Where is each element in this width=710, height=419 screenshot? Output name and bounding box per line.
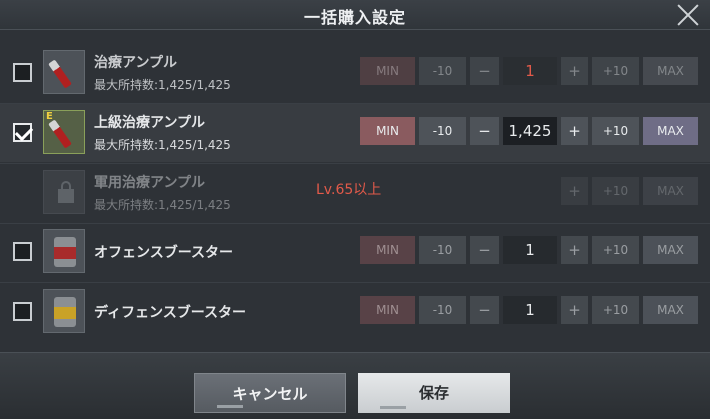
footer-bar: キャンセル 保存 xyxy=(0,352,710,419)
close-icon[interactable] xyxy=(674,1,702,29)
min-button[interactable]: MIN xyxy=(360,117,415,145)
plus-10-button[interactable]: +10 xyxy=(592,117,639,145)
plus-button[interactable]: + xyxy=(561,236,588,264)
plus-10-button[interactable]: +10 xyxy=(592,57,639,85)
item-checkbox[interactable] xyxy=(13,242,32,261)
item-name: オフェンスブースター xyxy=(94,245,234,261)
min-button[interactable]: MIN xyxy=(360,57,415,85)
min-button[interactable]: MIN xyxy=(360,236,415,264)
quantity-field[interactable]: 1 xyxy=(503,236,557,264)
cancel-button[interactable]: キャンセル xyxy=(194,373,346,413)
quantity-field[interactable]: 1 xyxy=(503,296,557,324)
item-name: 軍用治療アンプル xyxy=(94,175,206,191)
minus-button[interactable]: − xyxy=(470,117,499,145)
plus-10-button[interactable]: +10 xyxy=(592,236,639,264)
quantity-controls: MIN -10 − 1 + +10 MAX xyxy=(360,57,700,85)
item-name: 上級治療アンプル xyxy=(94,115,206,131)
list-item: ディフェンスブースター MIN -10 − 1 + +10 MAX xyxy=(0,283,710,341)
list-item: E 上級治療アンプル 最大所持数:1,425/1,425 MIN -10 − 1… xyxy=(0,104,710,164)
item-max-count: 最大所持数:1,425/1,425 xyxy=(94,198,231,212)
min-button[interactable]: MIN xyxy=(360,296,415,324)
max-button[interactable]: MAX xyxy=(643,57,698,85)
lock-icon xyxy=(58,181,74,203)
title-bar: 一括購入設定 xyxy=(0,0,710,30)
item-list: 治療アンプル 最大所持数:1,425/1,425 MIN -10 − 1 + +… xyxy=(0,40,710,345)
minus-10-button[interactable]: -10 xyxy=(419,117,466,145)
minus-10-button[interactable]: -10 xyxy=(419,236,466,264)
item-thumbnail xyxy=(43,170,85,214)
item-max-count: 最大所持数:1,425/1,425 xyxy=(94,138,231,152)
quantity-field[interactable]: 1 xyxy=(503,57,557,85)
item-thumbnail xyxy=(43,50,85,94)
minus-button[interactable]: − xyxy=(470,236,499,264)
item-checkbox-checked[interactable] xyxy=(13,123,32,142)
max-button: MAX xyxy=(643,177,698,205)
item-checkbox[interactable] xyxy=(13,302,32,321)
quantity-controls: + +10 MAX xyxy=(360,177,700,205)
max-button[interactable]: MAX xyxy=(643,296,698,324)
quantity-controls: MIN -10 − 1 + +10 MAX xyxy=(360,296,700,324)
ampoule-icon xyxy=(48,59,72,89)
list-item: 治療アンプル 最大所持数:1,425/1,425 MIN -10 − 1 + +… xyxy=(0,44,710,104)
max-button[interactable]: MAX xyxy=(643,236,698,264)
item-name: ディフェンスブースター xyxy=(94,305,247,321)
item-thumbnail xyxy=(43,229,85,273)
minus-button[interactable]: − xyxy=(470,296,499,324)
item-thumbnail xyxy=(43,289,85,333)
item-checkbox[interactable] xyxy=(13,63,32,82)
minus-10-button[interactable]: -10 xyxy=(419,296,466,324)
minus-button[interactable]: − xyxy=(470,57,499,85)
defense-booster-icon xyxy=(54,297,76,327)
quantity-field[interactable]: 1,425 xyxy=(503,117,557,145)
plus-button[interactable]: + xyxy=(561,296,588,324)
minus-10-button[interactable]: -10 xyxy=(419,57,466,85)
save-button[interactable]: 保存 xyxy=(358,373,510,413)
plus-button[interactable]: + xyxy=(561,117,588,145)
button-accent xyxy=(380,406,406,409)
list-item: オフェンスブースター MIN -10 − 1 + +10 MAX xyxy=(0,223,710,283)
quantity-controls: MIN -10 − 1,425 + +10 MAX xyxy=(360,117,700,145)
page-title: 一括購入設定 xyxy=(303,8,406,27)
max-button[interactable]: MAX xyxy=(643,117,698,145)
plus-button: + xyxy=(561,177,588,205)
item-thumbnail: E xyxy=(43,110,85,154)
item-max-count: 最大所持数:1,425/1,425 xyxy=(94,78,231,92)
quantity-controls: MIN -10 − 1 + +10 MAX xyxy=(360,236,700,264)
offense-booster-icon xyxy=(54,237,76,267)
list-item-locked: 軍用治療アンプル 最大所持数:1,425/1,425 Lv.65以上 + +10… xyxy=(0,164,710,224)
button-accent xyxy=(217,405,243,408)
plus-button[interactable]: + xyxy=(561,57,588,85)
plus-10-button[interactable]: +10 xyxy=(592,296,639,324)
advanced-ampoule-icon xyxy=(48,119,72,149)
item-name: 治療アンプル xyxy=(94,55,178,71)
plus-10-button: +10 xyxy=(592,177,639,205)
